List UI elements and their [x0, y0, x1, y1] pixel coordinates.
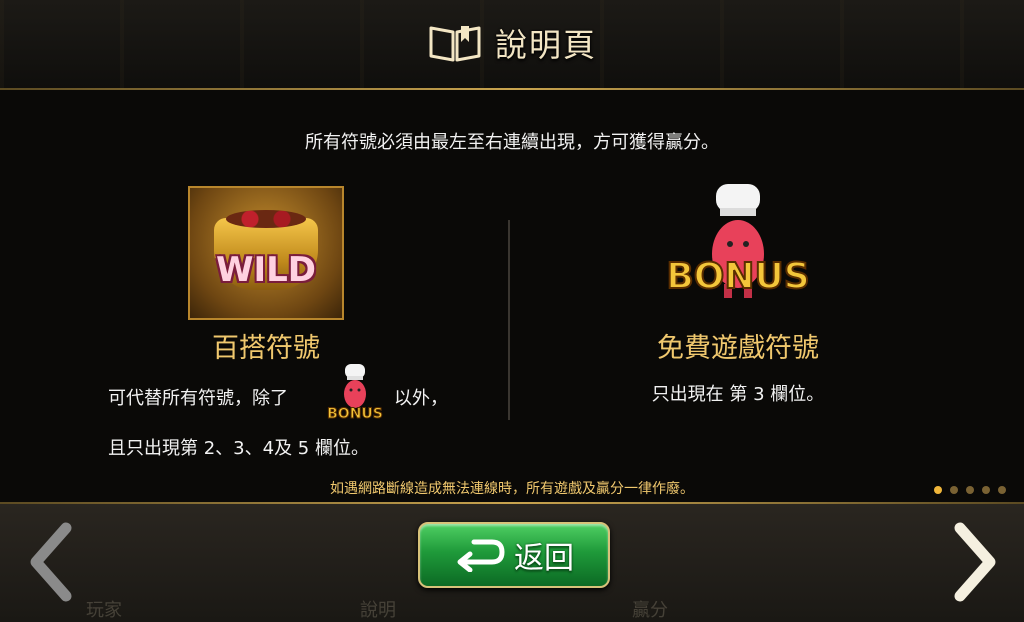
- bonus-symbol-image: BONUS: [668, 184, 808, 298]
- rule-text: 所有符號必須由最左至右連續出現，方可獲得贏分。: [305, 132, 719, 153]
- bonus-symbol-title: 免費遊戲符號: [657, 333, 819, 364]
- wild-description-line2: 且只出現第 2、3、4及 5 欄位。: [108, 438, 369, 459]
- help-content: 所有符號必須由最左至右連續出現，方可獲得贏分。 WILD 百搭符號 可代替所有符…: [0, 90, 1024, 502]
- footer-tab-wins: 贏分: [632, 600, 668, 621]
- return-arrow-icon: [457, 539, 505, 572]
- book-icon: [429, 26, 481, 62]
- footer-tabs: 玩家 說明 贏分: [0, 596, 1024, 622]
- chevron-left-icon[interactable]: [22, 522, 82, 602]
- inline-bonus-icon: BONUS: [327, 364, 383, 423]
- footer-bar: 玩家 說明 贏分 返回: [0, 502, 1024, 622]
- page-dot-1: [934, 486, 942, 494]
- bonus-description: 只出現在 第 3 欄位。: [651, 384, 825, 405]
- pot-food: [226, 210, 306, 228]
- chevron-right-icon[interactable]: [944, 522, 1004, 602]
- page-dot-4: [982, 486, 990, 494]
- footer-tab-players: 玩家: [86, 600, 122, 621]
- page-dot-2: [950, 486, 958, 494]
- column-divider: [508, 220, 510, 420]
- footer-divider: [0, 502, 1024, 504]
- wild-description-line1-end: 以外，: [394, 388, 448, 409]
- wild-symbol-title: 百搭符號: [212, 333, 320, 364]
- title-area: 說明頁: [0, 18, 1024, 68]
- disconnect-disclaimer: 如遇網路斷線造成無法連線時，所有遊戲及贏分一律作廢。: [330, 481, 694, 497]
- page-title: 說明頁: [494, 26, 597, 64]
- wild-symbol-image: WILD: [188, 186, 344, 320]
- inline-bonus-text: BONUS: [327, 406, 383, 422]
- header-bar: 說明頁: [0, 0, 1024, 90]
- bonus-image-text: BONUS: [668, 256, 808, 297]
- wild-description-line1: 可代替所有符號，除了: [108, 388, 288, 409]
- page-dot-3: [966, 486, 974, 494]
- page-indicator: [934, 486, 1006, 494]
- back-button-label: 返回: [514, 541, 574, 576]
- wild-image-text: WILD: [215, 250, 317, 290]
- page-dot-5: [998, 486, 1006, 494]
- footer-tab-info: 說明: [360, 600, 396, 621]
- back-button[interactable]: 返回: [418, 522, 610, 588]
